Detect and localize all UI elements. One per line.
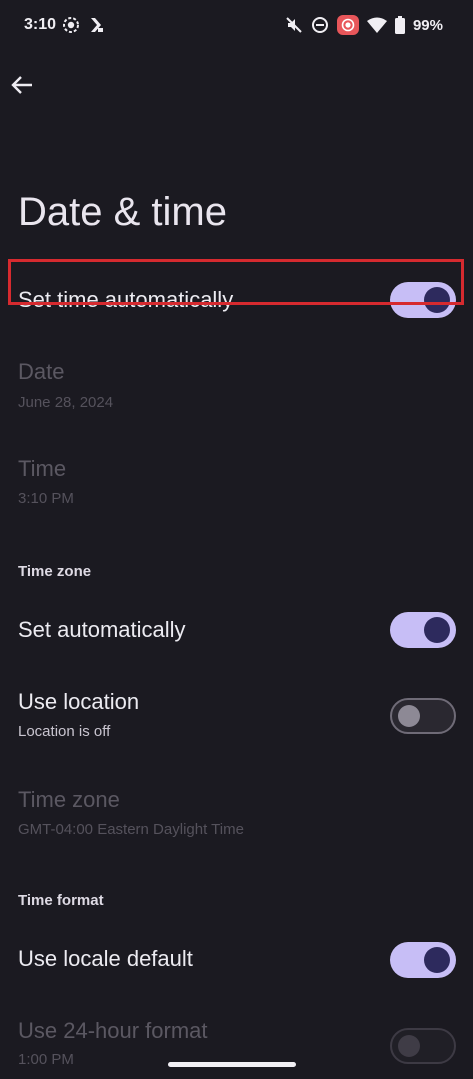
use-location-switch[interactable] <box>390 698 456 734</box>
time-label: Time <box>18 456 67 481</box>
status-bar: 3:10 99% <box>0 0 473 52</box>
time-format-section-header: Time format <box>18 892 104 909</box>
arrow-back-icon <box>8 70 38 100</box>
use-location-summary: Location is off <box>18 723 111 740</box>
page-title: Date & time <box>18 190 227 234</box>
time-zone-row[interactable]: Time zone GMT-04:00 Eastern Daylight Tim… <box>0 786 473 846</box>
date-value: June 28, 2024 <box>18 394 114 411</box>
screen-record-icon <box>62 16 80 34</box>
tz-set-automatically-label: Set automatically <box>18 617 186 642</box>
use-location-label: Use location <box>18 689 140 714</box>
use-24-hour-format-summary: 1:00 PM <box>18 1051 74 1068</box>
use-locale-default-row[interactable]: Use locale default <box>0 924 473 996</box>
use-locale-default-label: Use locale default <box>18 946 193 971</box>
mute-vibrate-off-icon <box>285 16 303 34</box>
switch-thumb <box>424 947 450 973</box>
do-not-disturb-icon <box>311 16 329 34</box>
status-left-icons <box>62 16 106 34</box>
use-locale-default-switch[interactable] <box>390 942 456 978</box>
use-24-hour-format-switch[interactable] <box>390 1028 456 1064</box>
status-time: 3:10 <box>24 16 57 33</box>
battery-percentage: 99% <box>412 16 443 34</box>
switch-thumb <box>424 617 450 643</box>
use-location-row[interactable]: Use location Location is off <box>0 688 473 748</box>
home-indicator[interactable] <box>168 1062 296 1067</box>
battery-icon <box>394 16 405 34</box>
back-button[interactable] <box>8 70 38 100</box>
app-notification-icon <box>88 16 106 34</box>
date-label: Date <box>18 359 65 384</box>
time-row[interactable]: Time 3:10 PM <box>0 455 473 515</box>
screen-record-active-icon <box>336 15 359 35</box>
use-24-hour-format-row[interactable]: Use 24-hour format 1:00 PM <box>0 1017 473 1077</box>
use-24-hour-format-label: Use 24-hour format <box>18 1018 208 1043</box>
time-zone-value: GMT-04:00 Eastern Daylight Time <box>18 821 244 838</box>
switch-thumb <box>398 1035 420 1057</box>
status-right-icons: 99% <box>285 15 443 35</box>
wifi-icon <box>366 17 387 33</box>
time-zone-section-header: Time zone <box>18 563 92 580</box>
date-row[interactable]: Date June 28, 2024 <box>0 358 473 418</box>
time-zone-label: Time zone <box>18 787 120 812</box>
time-value: 3:10 PM <box>18 490 74 507</box>
tz-set-automatically-switch[interactable] <box>390 612 456 648</box>
highlight-box <box>8 259 464 305</box>
switch-thumb <box>398 705 420 727</box>
tz-set-automatically-row[interactable]: Set automatically <box>0 594 473 666</box>
